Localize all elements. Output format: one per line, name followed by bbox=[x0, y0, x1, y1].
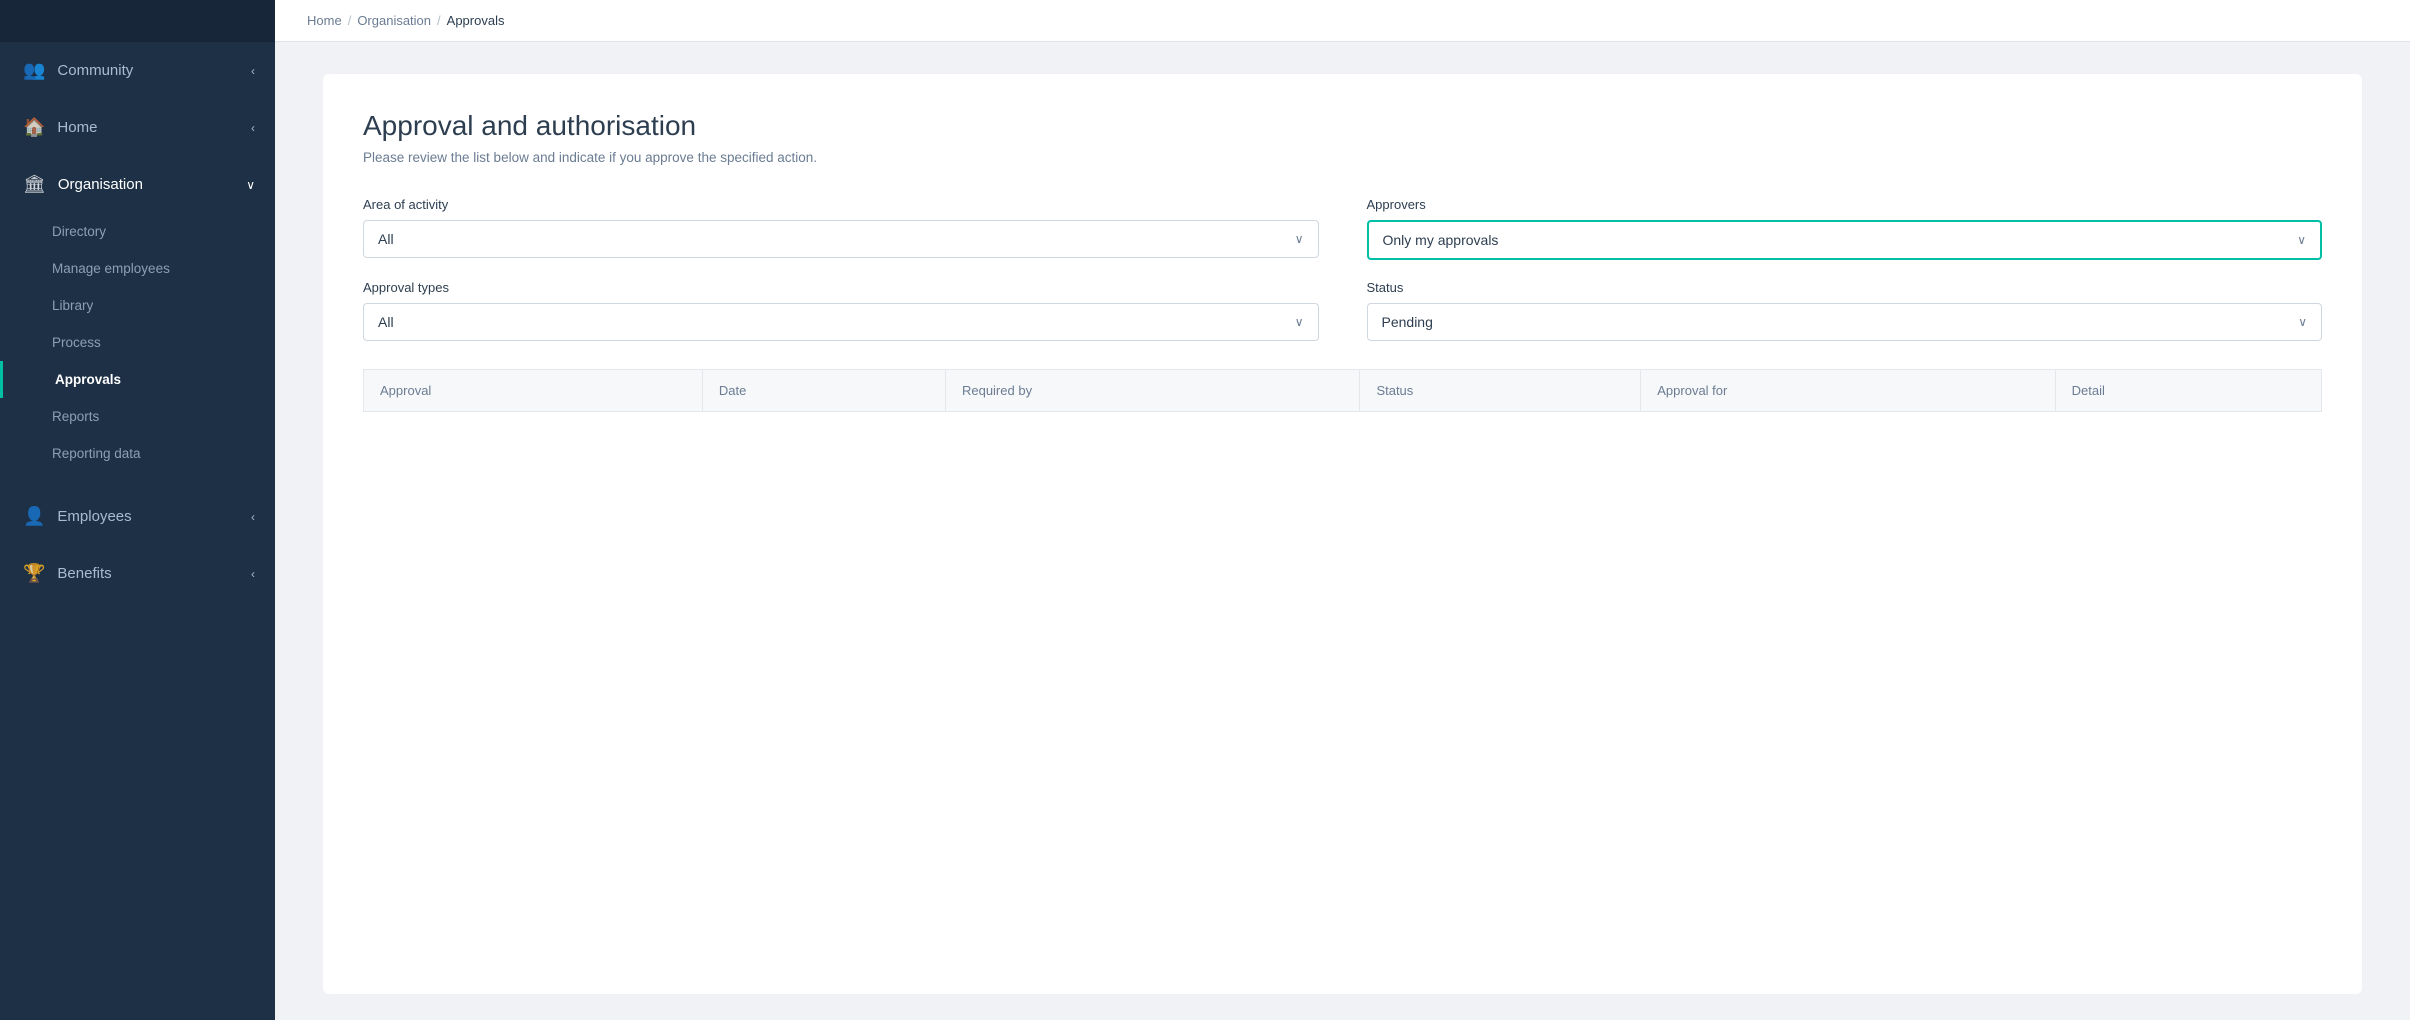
col-required-by: Required by bbox=[945, 370, 1359, 412]
sidebar-item-organisation[interactable]: 🏛 Organisation ∨ bbox=[0, 156, 275, 213]
sidebar-item-reporting-data[interactable]: Reporting data bbox=[0, 435, 275, 472]
breadcrumb-organisation[interactable]: Organisation bbox=[357, 13, 431, 28]
types-filter-label: Approval types bbox=[363, 280, 1319, 295]
sidebar: 👥 Community ‹ 🏠 Home ‹ 🏛 Organisation ∨ … bbox=[0, 0, 275, 1020]
sidebar-item-label: Community bbox=[57, 62, 133, 79]
sidebar-sub-label: Library bbox=[52, 298, 93, 313]
content-area: Approval and authorisation Please review… bbox=[275, 42, 2410, 1020]
col-approval-for: Approval for bbox=[1641, 370, 2055, 412]
content-card: Approval and authorisation Please review… bbox=[323, 74, 2362, 994]
chevron-down-icon: ∨ bbox=[246, 178, 255, 192]
employees-icon: 👤 bbox=[23, 506, 45, 527]
community-icon: 👥 bbox=[23, 60, 45, 81]
breadcrumb: Home / Organisation / Approvals bbox=[307, 13, 504, 28]
chevron-left-icon: ‹ bbox=[251, 510, 255, 524]
types-filter-select[interactable]: All ∨ bbox=[363, 303, 1319, 341]
chevron-left-icon: ‹ bbox=[251, 121, 255, 135]
benefits-icon: 🏆 bbox=[23, 563, 45, 584]
sidebar-item-benefits[interactable]: 🏆 Benefits ‹ bbox=[0, 545, 275, 602]
chevron-left-icon: ‹ bbox=[251, 567, 255, 581]
chevron-left-icon: ‹ bbox=[251, 64, 255, 78]
sidebar-item-home[interactable]: 🏠 Home ‹ bbox=[0, 99, 275, 156]
sidebar-item-library[interactable]: Library bbox=[0, 287, 275, 324]
area-filter-value: All bbox=[378, 231, 394, 247]
sidebar-top-bar bbox=[0, 0, 275, 42]
sidebar-sub-label: Manage employees bbox=[52, 261, 170, 276]
sidebar-item-community[interactable]: 👥 Community ‹ bbox=[0, 42, 275, 99]
status-filter-value: Pending bbox=[1382, 314, 1433, 330]
sidebar-item-employees[interactable]: 👤 Employees ‹ bbox=[0, 488, 275, 545]
breadcrumb-current: Approvals bbox=[447, 13, 505, 28]
approvers-filter-select[interactable]: Only my approvals ∨ bbox=[1367, 220, 2323, 260]
page-title: Approval and authorisation bbox=[363, 110, 2322, 142]
page-subtitle: Please review the list below and indicat… bbox=[363, 150, 2322, 165]
status-filter-group: Status Pending ∨ bbox=[1367, 280, 2323, 341]
sidebar-sub-label: Approvals bbox=[55, 372, 121, 387]
sidebar-item-directory[interactable]: Directory bbox=[0, 213, 275, 250]
types-chevron-down-icon: ∨ bbox=[1295, 315, 1304, 329]
col-date: Date bbox=[702, 370, 945, 412]
main-area: Home / Organisation / Approvals Approval… bbox=[275, 0, 2410, 1020]
sidebar-sub-label: Directory bbox=[52, 224, 106, 239]
breadcrumb-sep-2: / bbox=[437, 13, 441, 28]
sidebar-item-label: Employees bbox=[57, 508, 131, 525]
topbar: Home / Organisation / Approvals bbox=[275, 0, 2410, 42]
filter-grid: Area of activity All ∨ Approvers Only my… bbox=[363, 197, 2322, 341]
approvers-filter-label: Approvers bbox=[1367, 197, 2323, 212]
sidebar-sub-label: Process bbox=[52, 335, 101, 350]
organisation-icon: 🏛 bbox=[23, 174, 46, 195]
col-approval: Approval bbox=[364, 370, 703, 412]
status-filter-label: Status bbox=[1367, 280, 2323, 295]
home-icon: 🏠 bbox=[23, 117, 45, 138]
sidebar-sub-label: Reports bbox=[52, 409, 99, 424]
col-detail: Detail bbox=[2055, 370, 2321, 412]
area-chevron-down-icon: ∨ bbox=[1295, 232, 1304, 246]
col-status: Status bbox=[1360, 370, 1641, 412]
types-filter-value: All bbox=[378, 314, 394, 330]
area-filter-label: Area of activity bbox=[363, 197, 1319, 212]
types-filter-group: Approval types All ∨ bbox=[363, 280, 1319, 341]
sidebar-item-approvals[interactable]: Approvals bbox=[0, 361, 275, 398]
breadcrumb-sep-1: / bbox=[348, 13, 352, 28]
status-filter-select[interactable]: Pending ∨ bbox=[1367, 303, 2323, 341]
sidebar-item-reports[interactable]: Reports bbox=[0, 398, 275, 435]
approvers-chevron-down-icon: ∨ bbox=[2297, 233, 2306, 247]
breadcrumb-home[interactable]: Home bbox=[307, 13, 342, 28]
approvers-filter-group: Approvers Only my approvals ∨ bbox=[1367, 197, 2323, 260]
sidebar-item-process[interactable]: Process bbox=[0, 324, 275, 361]
approvals-table: Approval Date Required by Status Approva… bbox=[363, 369, 2322, 412]
sidebar-item-label: Organisation bbox=[58, 176, 143, 193]
status-chevron-down-icon: ∨ bbox=[2298, 315, 2307, 329]
sidebar-item-label: Home bbox=[57, 119, 97, 136]
table-header-row: Approval Date Required by Status Approva… bbox=[364, 370, 2322, 412]
area-filter-select[interactable]: All ∨ bbox=[363, 220, 1319, 258]
sidebar-item-manage-employees[interactable]: Manage employees bbox=[0, 250, 275, 287]
area-filter-group: Area of activity All ∨ bbox=[363, 197, 1319, 260]
approvers-filter-value: Only my approvals bbox=[1383, 232, 1499, 248]
sidebar-sub-label: Reporting data bbox=[52, 446, 141, 461]
sidebar-item-label: Benefits bbox=[57, 565, 111, 582]
